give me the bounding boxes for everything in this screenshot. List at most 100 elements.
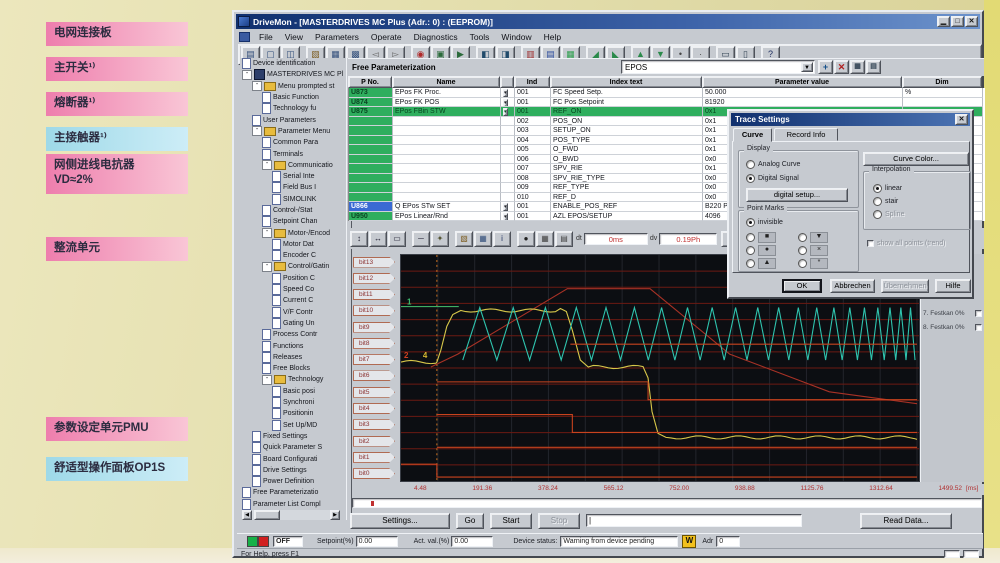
maximize-icon[interactable]: □ [951, 16, 964, 27]
radio-icon[interactable] [746, 246, 755, 255]
scroll-right-icon[interactable]: ▶ [330, 510, 340, 520]
tree-item[interactable]: Positionin [240, 408, 346, 419]
binector-drop-icon[interactable]: ▾ [503, 99, 508, 107]
tree-item[interactable]: Position C [240, 273, 346, 284]
tree-item[interactable]: Set Up/MD [240, 420, 346, 431]
tree-item[interactable]: Quick Parameter S [240, 442, 346, 453]
binector-drop-icon[interactable]: ▾ [503, 108, 508, 116]
digital-setup-button[interactable]: digital setup... [746, 188, 848, 202]
tree-item[interactable]: -Technology [240, 374, 346, 385]
checkbox-icon[interactable] [867, 240, 874, 247]
settings-button[interactable]: Settings... [350, 513, 450, 529]
expand-icon[interactable]: - [262, 262, 272, 272]
radio-icon[interactable] [873, 197, 882, 206]
tree-item[interactable]: Basic Function [240, 92, 346, 103]
channel-tag[interactable]: bit12 [353, 273, 395, 284]
channel-tag[interactable]: bit0 [353, 468, 395, 479]
menu-item-parameters[interactable]: Parameters [309, 32, 365, 42]
display-digital-signal-radio[interactable]: Digital Signal [746, 174, 799, 183]
channel-tag[interactable]: bit1 [353, 452, 395, 463]
tree-item[interactable]: Motor Dat [240, 239, 346, 250]
tools-icon[interactable]: ✦ [431, 231, 449, 247]
channel-tag[interactable]: bit9 [353, 322, 395, 333]
tree-item[interactable]: Gating Un [240, 318, 346, 329]
tree-item[interactable]: Technology fu [240, 103, 346, 114]
expand-icon[interactable]: - [252, 81, 262, 91]
cancel-button[interactable]: Abbrechen [830, 279, 875, 293]
menu-item-operate[interactable]: Operate [365, 32, 408, 42]
interpolation-linear-radio[interactable]: linear [873, 184, 902, 193]
tree-item[interactable]: Free Parameterizatio [240, 487, 346, 498]
list-view-icon[interactable]: ▤ [866, 60, 881, 74]
tree-item[interactable]: Control-/Stat [240, 205, 346, 216]
expand-icon[interactable]: - [262, 228, 272, 238]
zoom-v-icon[interactable]: ↕ [350, 231, 368, 247]
screen-dark-icon[interactable]: ● [517, 231, 535, 247]
channel-tag[interactable]: bit11 [353, 289, 395, 300]
tree-item[interactable]: -Control/Gatin [240, 261, 346, 272]
radio-icon[interactable] [873, 184, 882, 193]
channel-tag[interactable]: bit10 [353, 305, 395, 316]
show-all-points-checkbox[interactable]: show all points (trend) [867, 240, 945, 247]
menu-item-tools[interactable]: Tools [464, 32, 496, 42]
tree-item[interactable]: SIMOLINK [240, 194, 346, 205]
print-icon[interactable]: ▤ [555, 231, 573, 247]
point-mark-circle-radio[interactable]: ● [746, 245, 776, 256]
tree-item[interactable]: -Parameter Menu [240, 126, 346, 137]
menu-item-view[interactable]: View [279, 32, 309, 42]
point-mark-square-radio[interactable]: ■ [746, 232, 776, 243]
channel-tag[interactable]: bit6 [353, 370, 395, 381]
zoom-fit-icon[interactable]: ▭ [388, 231, 406, 247]
ok-button[interactable]: OK [782, 279, 822, 293]
tree-item[interactable]: User Parameters [240, 114, 346, 125]
tab-curve[interactable]: Curve [733, 128, 772, 142]
radio-icon[interactable] [798, 246, 807, 255]
menu-item-diagnostics[interactable]: Diagnostics [408, 32, 464, 42]
tree-item[interactable]: V/F Contr [240, 307, 346, 318]
tree-item[interactable]: Power Definition [240, 476, 346, 487]
menu-item-file[interactable]: File [253, 32, 279, 42]
delete-row-button[interactable]: ✕ [834, 60, 849, 74]
radio-icon[interactable] [873, 210, 882, 219]
tree-item[interactable]: Field Bus I [240, 182, 346, 193]
start-button[interactable]: Start [490, 513, 532, 529]
read-data-button[interactable]: Read Data... [860, 513, 952, 529]
trace-scrollbar[interactable] [352, 498, 982, 508]
tree-item[interactable]: -MASTERDRIVES MC Pl [240, 69, 346, 80]
trace-command-input[interactable]: | [586, 514, 802, 527]
tree-item[interactable]: Basic posi [240, 386, 346, 397]
menu-item-help[interactable]: Help [538, 32, 567, 42]
minimize-icon[interactable]: ▁ [937, 16, 950, 27]
grid-icon[interactable]: ▦ [536, 231, 554, 247]
apply-button[interactable]: Übernehmen [881, 279, 929, 293]
close-icon[interactable]: ✕ [965, 16, 978, 27]
tree-item[interactable]: Current C [240, 295, 346, 306]
tree-item[interactable]: Synchroni [240, 397, 346, 408]
chevron-down-icon[interactable]: ▼ [801, 62, 813, 72]
expand-icon[interactable]: - [242, 70, 252, 80]
point-mark-star-radio[interactable]: * [798, 258, 828, 269]
dt-value-field[interactable]: 0ms [584, 233, 648, 245]
dataset-combobox[interactable]: EPOS ▼ [621, 60, 815, 74]
display-analog-curve-radio[interactable]: Analog Curve [746, 160, 800, 169]
tree-item[interactable]: Serial Inte [240, 171, 346, 182]
tree-item[interactable]: Encoder C [240, 250, 346, 261]
legend-checkbox[interactable] [975, 310, 982, 317]
tree-scrollbar[interactable]: ◀ ▶ [242, 510, 340, 520]
line-icon[interactable]: ─ [412, 231, 430, 247]
radio-icon[interactable] [746, 233, 755, 242]
scroll-left-icon[interactable]: ◀ [242, 510, 252, 520]
help-button[interactable]: Hilfe [935, 279, 971, 293]
tree-item[interactable]: Free Blocks [240, 363, 346, 374]
channel-tag[interactable]: bit7 [353, 354, 395, 365]
table-row[interactable]: U873EPos FK Proc.▾001FC Speed Setp.50.00… [349, 88, 985, 98]
channel-tag[interactable]: bit4 [353, 403, 395, 414]
radio-icon[interactable] [746, 174, 755, 183]
dv-value-field[interactable]: 0.19Ph [659, 233, 717, 245]
go-button[interactable]: Go [456, 513, 484, 529]
tree-item[interactable]: -Motor-/Encod [240, 227, 346, 238]
legend-checkbox[interactable] [975, 324, 982, 331]
radio-icon[interactable] [746, 218, 755, 227]
curve-open-icon[interactable]: ▧ [455, 231, 473, 247]
point-mark-triangle-up-radio[interactable]: ▲ [746, 258, 776, 269]
